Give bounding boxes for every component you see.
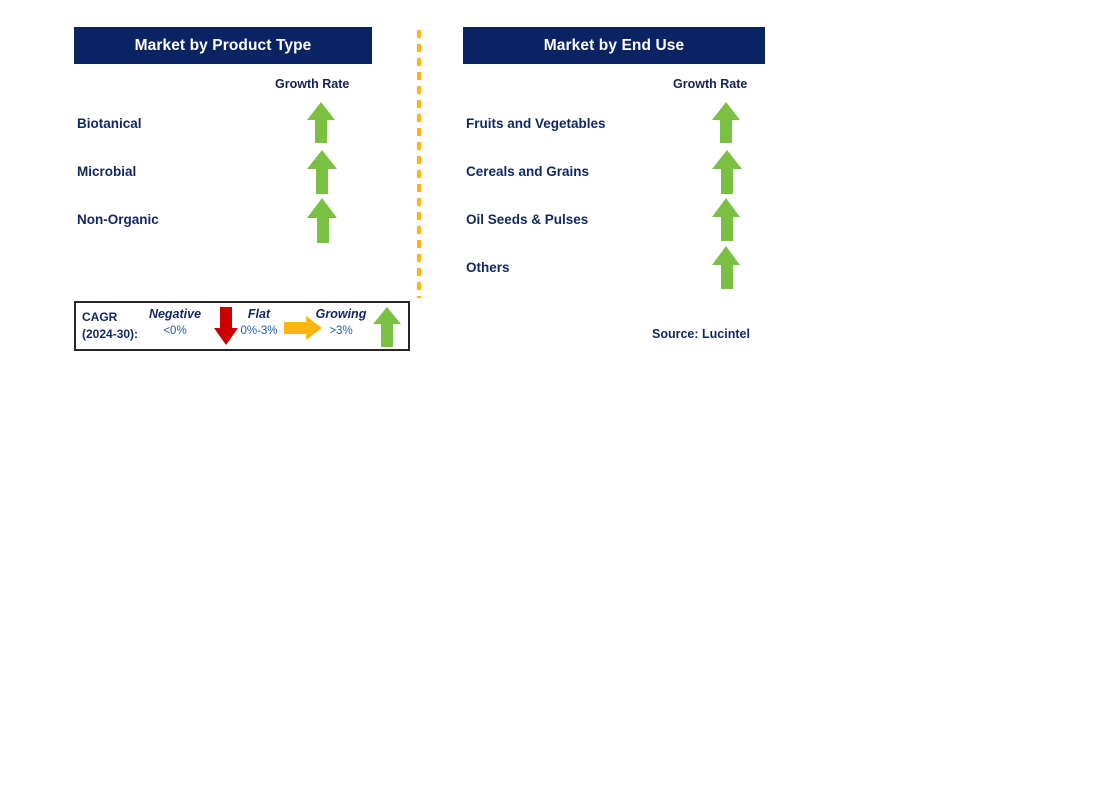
cagr-legend: CAGR (2024-30): Negative <0% Flat 0%-3% …: [74, 301, 410, 351]
up-arrow-icon: [307, 150, 337, 194]
panel-market-by-product-type: Market by Product Type Growth Rate Biota…: [74, 0, 414, 797]
legend-range-growing: >3%: [329, 325, 353, 337]
growth-rate-header-end-use: Growth Rate: [673, 77, 748, 91]
legend-item-growing: Growing >3%: [304, 307, 378, 337]
legend-cagr-label: CAGR (2024-30):: [82, 309, 138, 343]
row-label-non-organic: Non-Organic: [77, 212, 159, 227]
up-arrow-icon: [307, 102, 335, 144]
legend-cagr-line1: CAGR: [82, 310, 118, 324]
vertical-dashed-divider: [417, 30, 421, 298]
up-arrow-icon: [373, 307, 401, 347]
legend-range-negative: <0%: [163, 325, 187, 337]
legend-item-negative: Negative <0%: [138, 307, 212, 337]
panel-header-product-type: Market by Product Type: [74, 27, 372, 64]
legend-cagr-line2: (2024-30):: [82, 327, 139, 341]
panel-market-by-end-use: Market by End Use Growth Rate Fruits and…: [463, 0, 783, 797]
up-arrow-icon: [307, 198, 338, 243]
up-arrow-icon: [712, 246, 741, 289]
panel-header-end-use: Market by End Use: [463, 27, 765, 64]
panel-title-product-type: Market by Product Type: [134, 36, 312, 54]
panel-title-end-use: Market by End Use: [543, 36, 685, 54]
up-arrow-icon: [712, 198, 741, 241]
legend-title-negative: Negative: [148, 307, 202, 321]
row-product-non-organic: Non-Organic: [77, 198, 417, 260]
row-enduse-others: Others: [466, 246, 786, 308]
row-product-microbial: Microbial: [77, 150, 417, 212]
row-label-cereals-and-grains: Cereals and Grains: [466, 164, 590, 179]
row-label-microbial: Microbial: [77, 164, 137, 179]
legend-title-growing: Growing: [315, 307, 367, 321]
row-product-biotanical: Biotanical: [77, 102, 417, 164]
row-label-fruits-and-vegetables: Fruits and Vegetables: [466, 116, 606, 131]
row-label-biotanical: Biotanical: [77, 116, 142, 131]
row-label-oil-seeds-and-pulses: Oil Seeds & Pulses: [466, 212, 589, 227]
up-arrow-icon: [712, 102, 740, 144]
row-label-others: Others: [466, 260, 510, 275]
up-arrow-icon: [712, 150, 742, 194]
growth-rate-header-product-type: Growth Rate: [275, 77, 350, 91]
source-note: Source: Lucintel: [652, 327, 750, 341]
